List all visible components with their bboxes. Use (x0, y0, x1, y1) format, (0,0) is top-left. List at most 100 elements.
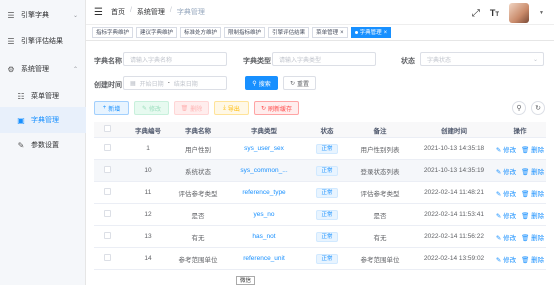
refresh-cache-button[interactable]: ↻ 刷新缓存 (254, 101, 299, 115)
table-row[interactable]: 13 有无 has_not 正常 有无 2022-02-14 11:56:22 … (94, 226, 546, 248)
row-checkbox[interactable] (103, 166, 111, 173)
col-created: 创建时间 (441, 127, 467, 135)
dict-type-input[interactable]: 请输入字典类型 (272, 52, 376, 66)
row-checkbox[interactable] (103, 210, 111, 217)
delete-button[interactable]: 🗑 删除 (174, 101, 209, 115)
avatar[interactable] (509, 3, 530, 23)
select-all-checkbox[interactable] (103, 125, 111, 132)
plus-icon: + (102, 105, 107, 111)
row-delete-button[interactable]: 🗑 删除 (521, 188, 544, 198)
sidebar-item-menu-mgmt[interactable]: ☷ 菜单管理 (0, 83, 86, 109)
edit-button[interactable]: ✎ 修改 (134, 101, 169, 115)
sidebar-item-system[interactable]: ⚙ 系统管理 ⌃ (0, 56, 86, 82)
search-icon: ⚲ (516, 105, 522, 112)
trash-icon: 🗑 (521, 234, 530, 242)
row-delete-button[interactable]: 🗑 删除 (521, 254, 544, 264)
row-edit-button[interactable]: ✎ 修改 (496, 166, 516, 176)
close-icon[interactable]: × (384, 28, 388, 38)
status-badge: 正常 (316, 187, 338, 198)
row-edit-button[interactable]: ✎ 修改 (496, 232, 516, 242)
reset-button[interactable]: ↻ 重置 (283, 76, 316, 90)
trash-icon: 🗑 (521, 212, 530, 220)
dict-type-label: 字典类型 (243, 58, 271, 65)
sidebar-item-engine-dict[interactable]: ☰ 引擎字典 ⌄ (0, 2, 86, 28)
tag-suggest-dict[interactable]: 建议字典维护 (136, 27, 178, 38)
breadcrumb-system[interactable]: 系统管理 (137, 7, 165, 17)
sidebar: ☰ 引擎字典 ⌄ ☰ 引擎评估结果 ⚙ 系统管理 ⌃ ☷ 菜单管理 ▣ 字典管理… (0, 0, 86, 285)
table-row[interactable]: 14 参考范围单位 reference_unit 正常 参考范围单位 2022-… (94, 248, 546, 270)
tooltip: 微信 (236, 276, 256, 285)
stack-icon: ☰ (7, 36, 15, 46)
dict-type-link[interactable]: has_not (220, 233, 308, 240)
toggle-search-button[interactable]: ⚲ (512, 101, 526, 115)
gear-icon: ⚙ (7, 64, 15, 74)
trash-icon: 🗑 (521, 168, 530, 176)
row-edit-button[interactable]: ✎ 修改 (496, 210, 516, 220)
hamburger-icon[interactable]: ☰ (94, 7, 103, 18)
search-button[interactable]: ⚲ 搜索 (245, 76, 278, 90)
tag-indicator-dict[interactable]: 指标字典维护 (92, 27, 134, 38)
breadcrumb-home[interactable]: 首页 (111, 7, 125, 17)
top-navbar: ☰ 首页 / 系统管理 / 字典管理 ⤢ TT ▼ (86, 0, 554, 25)
edit-icon: ✎ (17, 140, 25, 150)
export-button[interactable]: ⤓ 导出 (214, 101, 249, 115)
status-badge: 正常 (316, 209, 338, 220)
sidebar-item-label: 字典管理 (31, 117, 59, 124)
row-edit-button[interactable]: ✎ 修改 (496, 188, 516, 198)
chevron-down-icon: ⌄ (532, 56, 538, 63)
row-checkbox[interactable] (103, 254, 111, 261)
col-status: 状态 (320, 127, 334, 135)
row-delete-button[interactable]: 🗑 删除 (521, 166, 544, 176)
breadcrumb: 首页 / 系统管理 / 字典管理 (110, 7, 205, 17)
table-row[interactable]: 11 评估参考类型 reference_type 正常 评估参考类型 2022-… (94, 182, 546, 204)
edit-icon: ✎ (141, 105, 147, 112)
fullscreen-icon[interactable]: ⤢ (472, 8, 480, 19)
tag-standard-rx[interactable]: 标准处方维护 (180, 27, 222, 38)
dict-name-label: 字典名称 (94, 58, 122, 65)
row-checkbox[interactable] (103, 188, 111, 195)
table-row[interactable]: 10 系统状态 sys_common_... 正常 登录状态列表 2021-10… (94, 160, 546, 182)
sidebar-item-engine-eval[interactable]: ☰ 引擎评估结果 (0, 28, 86, 54)
row-delete-button[interactable]: 🗑 删除 (521, 144, 544, 154)
search-icon: ⚲ (252, 80, 257, 87)
date-range-picker[interactable]: ▦ 开始日期 - 结束日期 (123, 76, 227, 90)
edit-icon: ✎ (495, 212, 502, 220)
row-checkbox[interactable] (103, 232, 111, 239)
dict-name-input[interactable]: 请输入字典名称 (123, 52, 227, 66)
tag-menu-mgmt[interactable]: 菜单管理 × (312, 27, 348, 38)
download-icon: ⤓ (223, 104, 226, 111)
trash-icon: 🗑 (521, 146, 530, 154)
sidebar-item-label: 系统管理 (21, 66, 49, 73)
close-icon[interactable]: × (340, 28, 344, 38)
col-actions: 操作 (513, 127, 527, 135)
dict-type-link[interactable]: reference_unit (220, 255, 308, 262)
sidebar-item-params[interactable]: ✎ 参数设置 (0, 132, 86, 158)
sidebar-item-dict-mgmt[interactable]: ▣ 字典管理 (0, 107, 86, 133)
dict-type-link[interactable]: yes_no (220, 211, 308, 218)
dict-type-link[interactable]: sys_common_... (220, 167, 308, 174)
tag-limit-indicator[interactable]: 限制指标维护 (224, 27, 266, 38)
status-select[interactable]: 字典状态 ⌄ (420, 52, 544, 66)
edit-icon: ✎ (495, 234, 502, 242)
row-edit-button[interactable]: ✎ 修改 (496, 254, 516, 264)
row-delete-button[interactable]: 🗑 删除 (521, 210, 544, 220)
dict-type-link[interactable]: reference_type (220, 189, 308, 196)
table-row[interactable]: 12 是否 yes_no 正常 是否 2022-02-14 11:53:41 ✎… (94, 204, 546, 226)
font-size-icon[interactable]: TT (490, 8, 499, 18)
trash-icon: 🗑 (180, 105, 189, 112)
refresh-table-button[interactable]: ↻ (531, 101, 545, 115)
col-dict-id: 字典编号 (135, 127, 161, 135)
status-badge: 正常 (316, 253, 338, 264)
table-row[interactable]: 1 用户性别 sys_user_sex 正常 用户性别列表 2021-10-13… (94, 138, 546, 160)
add-button[interactable]: + 新增 (94, 101, 129, 115)
caret-down-icon[interactable]: ▼ (539, 10, 544, 16)
chevron-down-icon: ⌄ (72, 12, 78, 19)
tag-engine-eval[interactable]: 引擎评估结果 (268, 27, 310, 38)
sidebar-item-label: 菜单管理 (31, 93, 59, 100)
row-edit-button[interactable]: ✎ 修改 (496, 144, 516, 154)
row-delete-button[interactable]: 🗑 删除 (521, 232, 544, 242)
dict-table: 字典编号 字典名称 字典类型 状态 备注 创建时间 操作 1 用户性别 sys_… (94, 122, 546, 270)
tag-dict-mgmt[interactable]: 字典管理 × (350, 27, 392, 38)
dict-type-link[interactable]: sys_user_sex (220, 145, 308, 152)
row-checkbox[interactable] (103, 144, 111, 151)
